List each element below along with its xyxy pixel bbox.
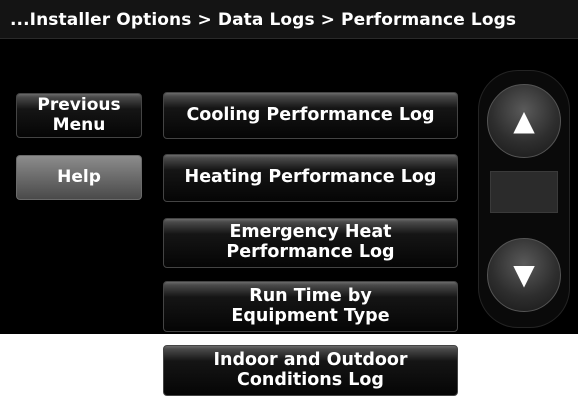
scroll-up-button[interactable]: ▲ bbox=[487, 84, 561, 158]
breadcrumb: ...Installer Options > Data Logs > Perfo… bbox=[0, 0, 578, 39]
up-arrow-icon: ▲ bbox=[513, 104, 535, 137]
previous-menu-button[interactable]: Previous Menu bbox=[16, 93, 142, 138]
scroll-thumb[interactable] bbox=[490, 171, 558, 213]
breadcrumb-text: ...Installer Options > Data Logs > Perfo… bbox=[10, 10, 517, 30]
scroll-down-button[interactable]: ▼ bbox=[487, 238, 561, 312]
indoor-outdoor-conditions-log-button[interactable]: Indoor and Outdoor Conditions Log bbox=[163, 345, 458, 396]
emergency-heat-performance-log-button[interactable]: Emergency Heat Performance Log bbox=[163, 218, 458, 268]
heating-performance-log-button[interactable]: Heating Performance Log bbox=[163, 154, 458, 202]
help-button[interactable]: Help bbox=[16, 155, 142, 200]
down-arrow-icon: ▼ bbox=[513, 258, 535, 291]
cooling-performance-log-button[interactable]: Cooling Performance Log bbox=[163, 92, 458, 139]
run-time-by-equipment-type-button[interactable]: Run Time by Equipment Type bbox=[163, 281, 458, 332]
